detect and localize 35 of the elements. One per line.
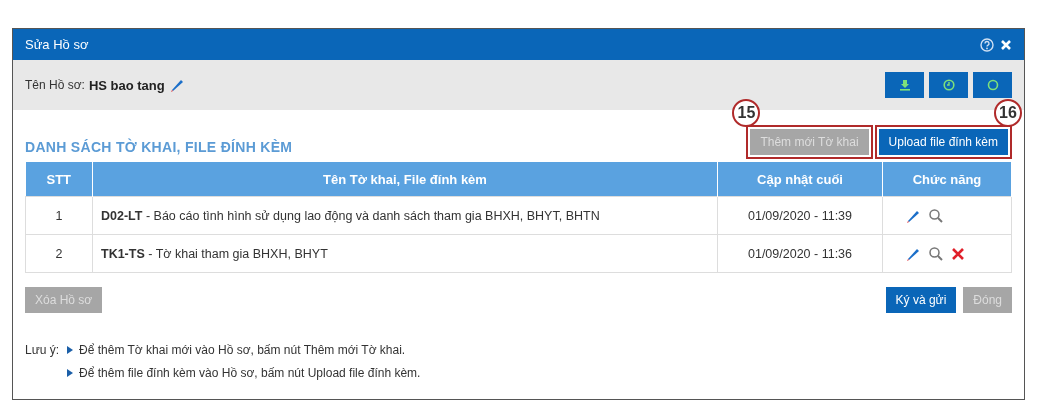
action-button[interactable]: Upload file đính kèm <box>878 129 1008 155</box>
table-cell: 2 <box>25 234 93 273</box>
close-icon[interactable] <box>1000 38 1012 51</box>
footer-button[interactable]: Ký và gửi <box>885 287 957 313</box>
circle-icon <box>986 79 999 91</box>
table-cell: 01/09/2020 - 11:36 <box>717 234 883 273</box>
note-text: Để thêm Tờ khai mới vào Hồ sơ, bấm nút Thêm mới Tờ khai. <box>79 343 406 357</box>
column-header: STT <box>25 162 93 197</box>
callout-number: 15 <box>732 99 761 127</box>
search-icon[interactable] <box>928 207 944 224</box>
bullet-icon <box>67 369 74 377</box>
help-icon[interactable] <box>980 37 994 52</box>
download-icon <box>898 79 911 91</box>
note-text: Để thêm file đính kèm vào Hồ sơ, bấm nút Upload file đính kèm. <box>79 366 421 380</box>
table-cell: 1 <box>25 196 93 235</box>
section-title: DANH SÁCH TỜ KHAI, FILE ĐÍNH KÈM <box>25 139 293 155</box>
callout-number: 16 <box>994 99 1022 127</box>
profile-name-label: Tên Hồ sơ: <box>25 78 85 92</box>
bullet-icon <box>67 346 74 354</box>
clock-icon <box>942 79 955 91</box>
pencil-icon[interactable] <box>168 77 185 93</box>
table-cell: 01/09/2020 - 11:39 <box>717 196 883 235</box>
download-button[interactable] <box>885 72 924 98</box>
search-icon[interactable] <box>928 245 944 262</box>
clock-button[interactable] <box>929 72 968 98</box>
column-header: Cập nhật cuối <box>717 162 883 197</box>
note-label: Lưu ý: <box>25 343 60 359</box>
window-title: Sửa Hồ sơ <box>25 37 89 52</box>
column-header: Tên Tờ khai, File đính kèm <box>92 162 718 197</box>
settings-button[interactable] <box>973 72 1012 98</box>
table-cell: TK1-TS - Tờ khai tham gia BHXH, BHYT <box>92 234 718 273</box>
table-cell: D02-LT - Báo cáo tình hình sử dụng lao động và danh sách tham gia BHXH, BHYT, BHTN <box>92 196 718 235</box>
delete-icon[interactable] <box>951 246 965 261</box>
column-header: Chức năng <box>882 162 1012 197</box>
profile-name: HS bao tang <box>88 77 165 93</box>
